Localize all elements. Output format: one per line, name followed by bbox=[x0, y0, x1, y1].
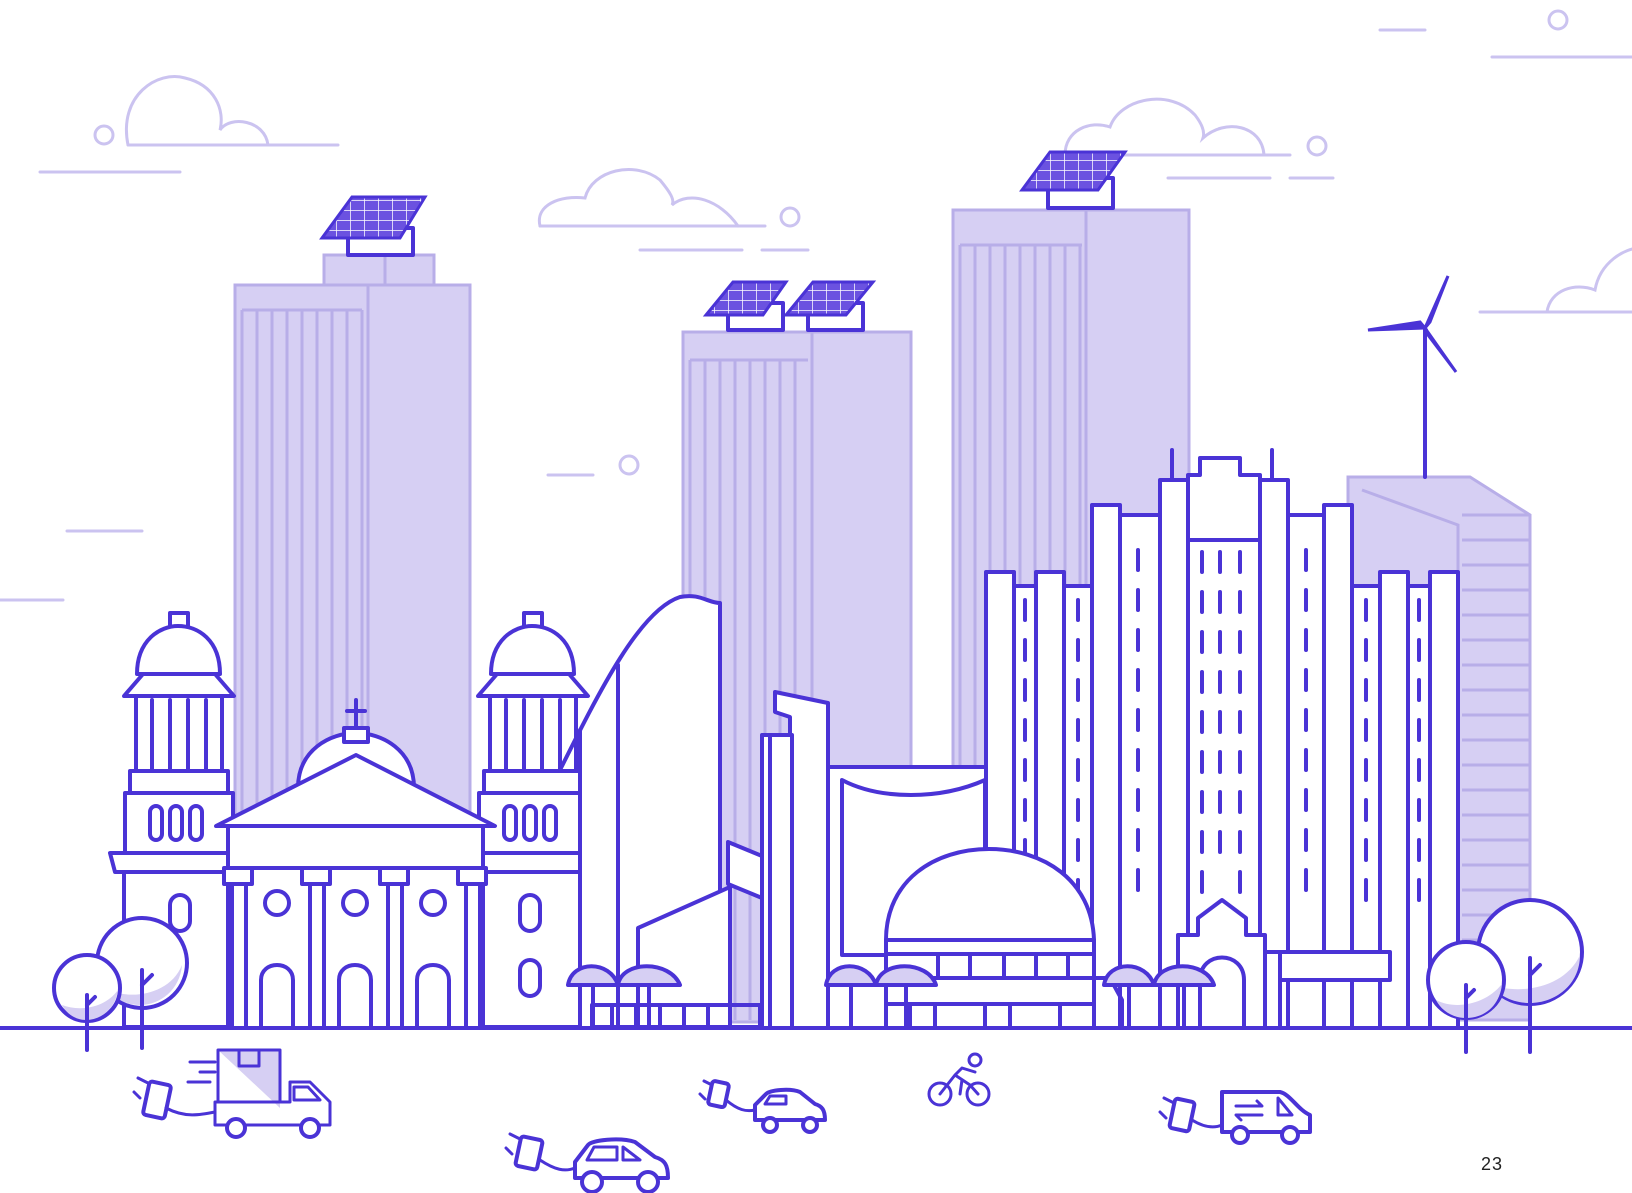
cloud-icon bbox=[1378, 9, 1632, 314]
electric-van-icon bbox=[1158, 1090, 1312, 1145]
wind-turbine-icon bbox=[1367, 275, 1458, 479]
solar-panel-icon bbox=[319, 195, 428, 257]
cloud-icon bbox=[537, 168, 810, 252]
bicycle-icon bbox=[927, 1052, 991, 1107]
narrow-tower bbox=[760, 690, 830, 1030]
solar-panel-icon bbox=[782, 280, 877, 332]
solar-panel-icon bbox=[1019, 150, 1128, 210]
solar-panel-icon bbox=[702, 280, 789, 332]
tree-icon bbox=[1426, 940, 1506, 1054]
smart-city-illustration: .s { fill: none; stroke: #4a33d6; stroke… bbox=[0, 9, 1632, 1193]
electric-car-icon bbox=[504, 1132, 670, 1193]
tree-icon bbox=[52, 953, 122, 1052]
electric-delivery-truck-icon bbox=[132, 1048, 332, 1139]
page-number: 23 bbox=[1480, 1154, 1503, 1174]
electric-car-icon bbox=[698, 1079, 827, 1134]
cloud-icon bbox=[38, 75, 340, 174]
